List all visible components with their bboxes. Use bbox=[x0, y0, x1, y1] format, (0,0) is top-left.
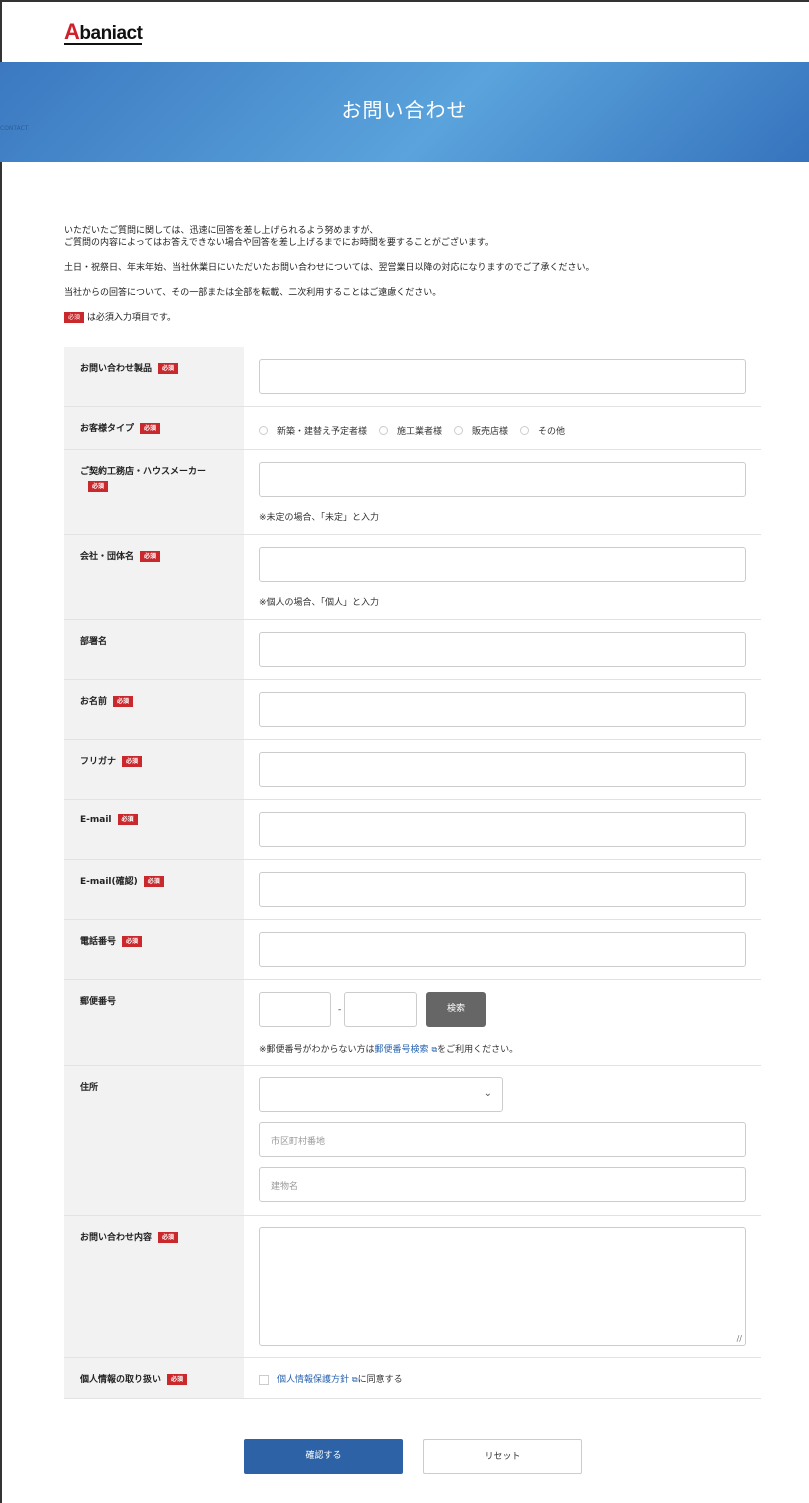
required-badge: 必須 bbox=[143, 876, 164, 887]
field-label: ご契約工務店・ハウスメーカー 必須 bbox=[64, 450, 244, 534]
form-row-email: E-mail 必須 bbox=[64, 800, 761, 860]
field-note: ※未定の場合、「未定」と入力 bbox=[259, 513, 380, 523]
required-badge: 必須 bbox=[88, 481, 109, 492]
email-confirm-input[interactable] bbox=[259, 872, 746, 907]
form-row-phone: 電話番号 必須 bbox=[64, 920, 761, 980]
inquiry-textarea[interactable]: ∕∕ bbox=[259, 1227, 746, 1346]
contractor-input[interactable] bbox=[259, 462, 746, 497]
field-label: 郵便番号 bbox=[64, 980, 244, 1065]
radio-new-build[interactable] bbox=[259, 426, 268, 435]
required-badge: 必須 bbox=[122, 756, 143, 767]
page-subtitle: CONTACT bbox=[0, 125, 29, 132]
form-row-email-confirm: E-mail(確認) 必須 bbox=[64, 860, 761, 920]
building-input[interactable]: 建物名 bbox=[259, 1167, 746, 1202]
required-badge: 必須 bbox=[113, 696, 134, 707]
privacy-policy-link[interactable]: 個人情報保護方針 bbox=[277, 1375, 349, 1385]
field-label: お問い合わせ製品 必須 bbox=[64, 347, 244, 406]
required-badge: 必須 bbox=[117, 814, 138, 825]
radio-label: 施工業者様 bbox=[397, 427, 443, 437]
intro-line: 土日・祝祭日、年末年始、当社休業日にいただいたお問い合わせについては、翌営業日以… bbox=[64, 263, 595, 273]
required-badge: 必須 bbox=[140, 551, 161, 562]
postal-search-button[interactable]: 検索 bbox=[426, 992, 486, 1027]
radio-other[interactable] bbox=[520, 426, 530, 435]
required-badge: 必須 bbox=[122, 936, 143, 947]
intro-line: いただいたご質問に関しては、迅速に回答を差し上げられるよう努めますが、 bbox=[64, 226, 379, 236]
brand-logo[interactable]: Abaniact bbox=[64, 21, 143, 45]
site-header: Abaniact bbox=[0, 0, 809, 62]
radio-contractor[interactable] bbox=[379, 426, 389, 435]
company-input[interactable] bbox=[259, 547, 746, 582]
form-row-product: お問い合わせ製品 必須 bbox=[64, 347, 761, 407]
form-row-name: お名前 必須 bbox=[64, 680, 761, 740]
department-input[interactable] bbox=[259, 632, 746, 667]
name-input[interactable] bbox=[259, 692, 746, 727]
postal-note: ※郵便番号がわからない方は郵便番号検索 ⧉をご利用ください。 bbox=[259, 1045, 519, 1055]
postal-code-first-input[interactable] bbox=[259, 992, 331, 1027]
form-row-privacy: 個人情報の取り扱い 必須 個人情報保護方針 ⧉に同意する bbox=[64, 1358, 761, 1399]
form-row-furigana: フリガナ 必須 bbox=[64, 740, 761, 800]
email-input[interactable] bbox=[259, 812, 746, 847]
resize-handle-icon[interactable]: ∕∕ bbox=[737, 1334, 742, 1343]
field-label: フリガナ 必須 bbox=[64, 740, 244, 799]
form-row-address: 住所 ⌄ 市区町村番地 建物名 bbox=[64, 1066, 761, 1216]
field-label: 住所 bbox=[64, 1066, 244, 1215]
form-row-inquiry: お問い合わせ内容 必須 ∕∕ bbox=[64, 1216, 761, 1358]
radio-label: 販売店様 bbox=[472, 427, 509, 437]
field-note: ※個人の場合、「個人」と入力 bbox=[259, 598, 380, 608]
field-label: E-mail 必須 bbox=[64, 800, 244, 859]
radio-label: 新築・建替え予定者様 bbox=[277, 427, 368, 437]
required-badge: 必須 bbox=[64, 312, 85, 323]
required-badge: 必須 bbox=[140, 423, 161, 434]
privacy-checkbox[interactable] bbox=[259, 1374, 269, 1385]
form-row-company: 会社・団体名 必須 ※個人の場合、「個人」と入力 bbox=[64, 535, 761, 620]
confirm-button[interactable]: 確認する bbox=[244, 1439, 403, 1474]
form-row-customer-type: お客様タイプ 必須 新築・建替え予定者様 施工業者様 販売店様 その他 bbox=[64, 407, 761, 450]
customer-type-radio-group: 新築・建替え予定者様 施工業者様 販売店様 その他 bbox=[259, 424, 577, 437]
prefecture-select[interactable]: ⌄ bbox=[259, 1077, 503, 1112]
field-label: お客様タイプ 必須 bbox=[64, 407, 244, 449]
radio-retailer[interactable] bbox=[454, 426, 464, 435]
product-input[interactable] bbox=[259, 359, 746, 394]
field-label: 会社・団体名 必須 bbox=[64, 535, 244, 619]
postal-code-second-input[interactable] bbox=[344, 992, 417, 1027]
intro-line: ご質問の内容によってはお答えできない場合や回答を差し上げるまでにお時間を要するこ… bbox=[64, 238, 494, 248]
chevron-down-icon: ⌄ bbox=[483, 1088, 492, 1099]
form-row-postal: 郵便番号 - 検索 ※郵便番号がわからない方は郵便番号検索 ⧉をご利用ください。 bbox=[64, 980, 761, 1066]
phone-input[interactable] bbox=[259, 932, 746, 967]
required-note: は必須入力項目です。 bbox=[86, 313, 176, 323]
field-label: 電話番号 必須 bbox=[64, 920, 244, 979]
required-badge: 必須 bbox=[158, 1232, 179, 1243]
field-label: お問い合わせ内容 必須 bbox=[64, 1216, 244, 1357]
reset-button[interactable]: リセット bbox=[423, 1439, 582, 1474]
privacy-consent: 個人情報保護方針 ⧉に同意する bbox=[259, 1372, 403, 1385]
field-label: E-mail(確認) 必須 bbox=[64, 860, 244, 919]
form-row-department: 部署名 bbox=[64, 620, 761, 680]
postal-search-link[interactable]: 郵便番号検索 bbox=[375, 1045, 429, 1055]
furigana-input[interactable] bbox=[259, 752, 746, 787]
required-badge: 必須 bbox=[158, 363, 179, 374]
required-badge: 必須 bbox=[167, 1374, 188, 1385]
intro-text: いただいたご質問に関しては、迅速に回答を差し上げられるよう努めますが、ご質問の内… bbox=[64, 225, 764, 337]
postal-separator: - bbox=[338, 1005, 342, 1015]
city-input[interactable]: 市区町村番地 bbox=[259, 1122, 746, 1157]
page-title: お問い合わせ bbox=[341, 98, 468, 122]
hero-banner: お問い合わせ bbox=[0, 62, 809, 162]
field-label: 部署名 bbox=[64, 620, 244, 679]
radio-label: その他 bbox=[538, 427, 566, 437]
field-label: 個人情報の取り扱い 必須 bbox=[64, 1358, 244, 1398]
field-label: お名前 必須 bbox=[64, 680, 244, 739]
form-row-contractor: ご契約工務店・ハウスメーカー 必須 ※未定の場合、「未定」と入力 bbox=[64, 450, 761, 535]
intro-line: 当社からの回答について、その一部または全部を転載、二次利用することはご遠慮くださ… bbox=[64, 288, 442, 298]
